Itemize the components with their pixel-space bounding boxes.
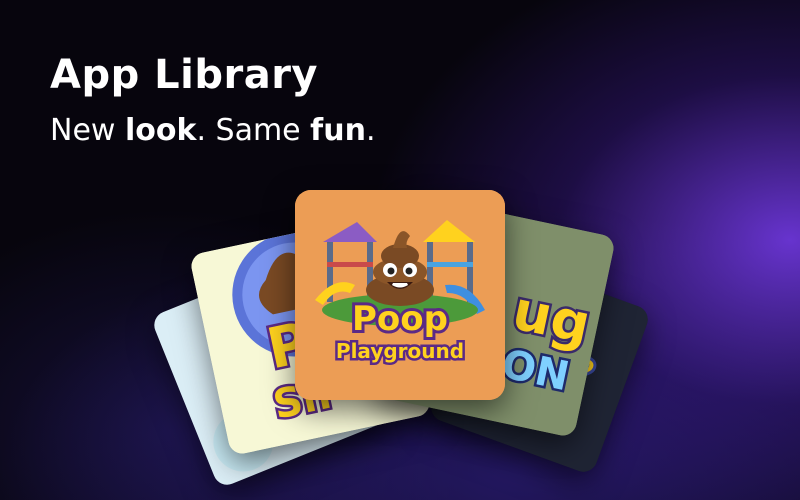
app-logo-line2: Playground: [336, 339, 464, 363]
poop-playground-art: Poop Playground: [295, 190, 505, 400]
app-icon-stack: ? P Sh ug ON: [0, 0, 800, 500]
app-logo-line1: Poop: [352, 299, 448, 339]
app-card-poop-playground[interactable]: Poop Playground: [295, 190, 505, 400]
